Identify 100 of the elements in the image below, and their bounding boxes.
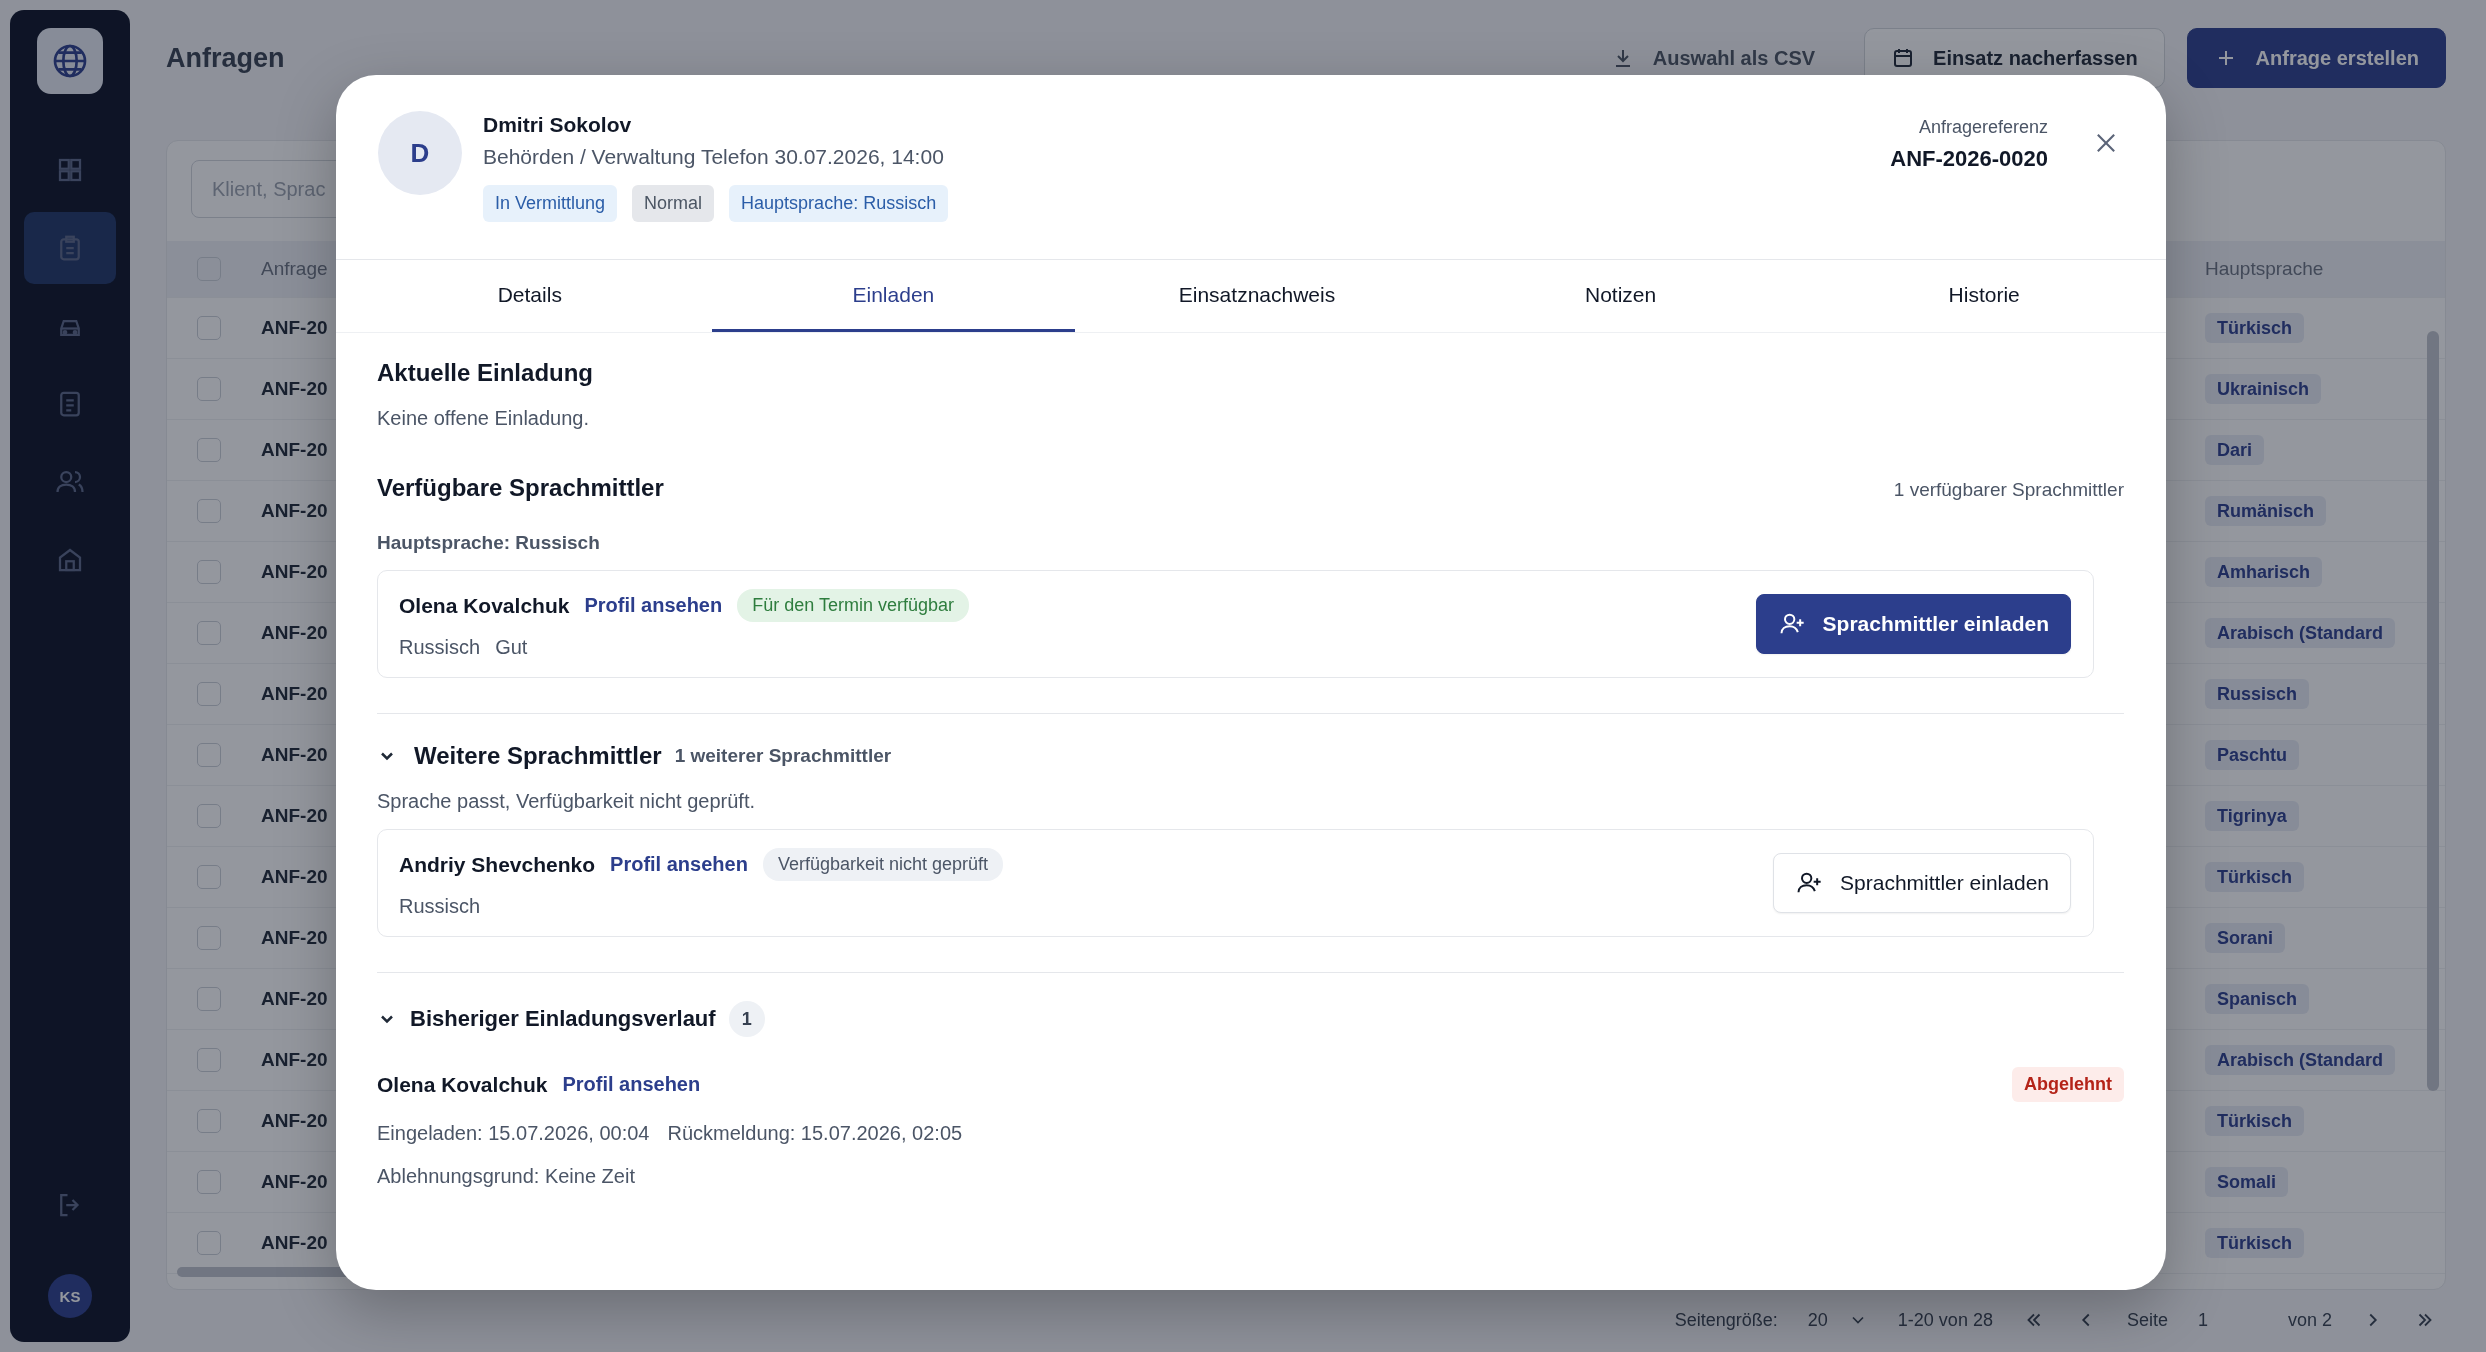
interpreter-name: Olena Kovalchuk <box>377 1072 548 1097</box>
table-cell-text: ANF-20 <box>261 683 329 705</box>
language-tag: Dari <box>2205 435 2264 465</box>
section-description: Sprache passt, Verfügbarkeit nicht geprüft. <box>377 790 756 813</box>
table-cell-text: ANF-20 <box>261 805 329 827</box>
reference-number: ANF-2026-0020 <box>1890 146 2048 172</box>
page-size-label: Seitengröße: <box>1674 1309 1778 1331</box>
table-cell-text: ANF-20 <box>261 500 329 522</box>
profile-link[interactable]: Profil ansehen <box>584 594 723 617</box>
action-button[interactable]: Anfrage erstellen <box>2186 28 2446 88</box>
checkbox[interactable] <box>197 1109 221 1133</box>
tab[interactable]: Details <box>348 260 712 332</box>
language-tag: Rumänisch <box>2205 496 2327 526</box>
table-cell-text: ANF-20 <box>261 744 329 766</box>
tab[interactable]: Einladen <box>711 260 1076 332</box>
table-cell-text: ANF-20 <box>261 866 329 888</box>
checkbox[interactable] <box>197 743 221 767</box>
response-time: Rückmeldung: 15.07.2026, 02:05 <box>667 1122 963 1145</box>
language-text: Gut <box>495 636 528 659</box>
invited-time: Eingeladen: 15.07.2026, 00:04 <box>377 1122 650 1145</box>
availability-badge: Verfügbarkeit nicht geprüft <box>762 848 1003 881</box>
section-title: Aktuelle Einladung <box>377 359 595 387</box>
table-cell-text: ANF-20 <box>261 927 329 949</box>
available-count: 1 verfügbarer Sprachmittler <box>1893 479 2124 501</box>
client-name: Dmitri Sokolov <box>483 113 633 137</box>
status-chip: Normal <box>632 185 715 222</box>
table-cell-text: ANF-20 <box>261 378 329 400</box>
checkbox[interactable] <box>197 1170 221 1194</box>
checkbox[interactable] <box>197 804 221 828</box>
table-cell-text: ANF-20 <box>261 1049 329 1071</box>
checkbox[interactable] <box>197 377 221 401</box>
language-tag: Arabisch (Standard <box>2205 1045 2396 1075</box>
language-tag: Paschtu <box>2205 740 2300 770</box>
checkbox[interactable] <box>197 865 221 889</box>
table-cell-text: ANF-20 <box>261 561 329 583</box>
language-tag: Sorani <box>2205 923 2285 953</box>
checkbox[interactable] <box>197 560 221 584</box>
table-cell-text: ANF-20 <box>261 439 329 461</box>
invite-button[interactable]: Sprachmittler einladen <box>1773 853 2071 913</box>
page-range: 1-20 von 28 <box>1897 1309 1993 1331</box>
table-cell-text: ANF-20 <box>261 317 329 339</box>
status-badge: Abgelehnt <box>2012 1067 2124 1102</box>
checkbox[interactable] <box>197 1048 221 1072</box>
scrollbar[interactable] <box>2427 331 2439 1091</box>
section-title: Weitere Sprachmittler <box>414 742 662 770</box>
reference-label: Anfragereferenz <box>1917 117 2048 138</box>
checkbox[interactable] <box>197 987 221 1011</box>
language-tag: Arabisch (Standard <box>2205 618 2396 648</box>
column-header: Anfrage <box>261 258 329 280</box>
section-title: Bisheriger Einladungsverlauf <box>410 1006 716 1032</box>
language-tag: Türkisch <box>2205 1106 2305 1136</box>
page-title: Anfragen <box>166 42 286 74</box>
page-label: Seite <box>2126 1309 2168 1331</box>
count-badge: 1 <box>728 1001 765 1037</box>
client-avatar: D <box>378 111 462 195</box>
sidebar-item[interactable] <box>24 212 116 284</box>
tab[interactable]: Historie <box>1802 260 2166 332</box>
user-avatar[interactable]: KS <box>48 1274 92 1318</box>
tab[interactable]: Einsatznachweis <box>1075 260 1439 332</box>
status-chip: Hauptsprache: Russisch <box>729 185 949 222</box>
tab[interactable]: Notizen <box>1438 260 1803 332</box>
language-tag: Ukrainisch <box>2205 374 2322 404</box>
language-tag: Türkisch <box>2205 313 2305 343</box>
checkbox[interactable] <box>197 499 221 523</box>
interpreter-name: Andriy Shevchenko <box>399 852 596 877</box>
action-button[interactable]: Auswahl als CSV <box>1583 28 1843 88</box>
checkbox[interactable] <box>197 438 221 462</box>
request-subtitle: Behörden / Verwaltung Telefon 30.07.2026, 14:00 <box>483 145 945 169</box>
language-tag: Somali <box>2205 1167 2289 1197</box>
page-total: von 2 <box>2287 1309 2332 1331</box>
availability-badge: Für den Termin verfügbar <box>737 589 969 622</box>
language-tag: Russisch <box>2205 679 2310 709</box>
language-tag: Spanisch <box>2205 984 2310 1014</box>
section-title: Verfügbare Sprachmittler <box>377 474 664 502</box>
table-cell-text: ANF-20 <box>261 1171 329 1193</box>
checkbox[interactable] <box>197 1231 221 1255</box>
decline-reason: Ablehnungsgrund: Keine Zeit <box>377 1165 636 1188</box>
page-size-select[interactable]: 20 <box>1807 1309 1868 1331</box>
checkbox[interactable] <box>197 316 221 340</box>
language-text: Russisch <box>399 895 481 918</box>
profile-link[interactable]: Profil ansehen <box>610 853 748 876</box>
language-tag: Amharisch <box>2205 557 2323 587</box>
language-text: Russisch <box>399 636 481 659</box>
column-header: Hauptsprache <box>2205 258 2325 280</box>
checkbox[interactable] <box>197 621 221 645</box>
globe-logo-icon <box>37 28 103 94</box>
table-cell-text: ANF-20 <box>261 1110 329 1132</box>
table-cell-text: ANF-20 <box>261 622 329 644</box>
invite-button[interactable]: Sprachmittler einladen <box>1755 594 2071 654</box>
table-cell-text: ANF-20 <box>261 1232 329 1254</box>
checkbox[interactable] <box>197 682 221 706</box>
page-input[interactable]: 1 <box>2197 1309 2258 1331</box>
profile-link[interactable]: Profil ansehen <box>562 1073 701 1096</box>
table-cell-text: ANF-20 <box>261 988 329 1010</box>
language-label: Hauptsprache: Russisch <box>377 532 601 554</box>
checkbox[interactable] <box>197 926 221 950</box>
current-invitation-text: Keine offene Einladung. <box>377 407 591 430</box>
further-count: 1 weiterer Sprachmittler <box>674 745 892 767</box>
language-tag: Tigrinya <box>2205 801 2299 831</box>
interpreter-name: Olena Kovalchuk <box>399 593 570 618</box>
